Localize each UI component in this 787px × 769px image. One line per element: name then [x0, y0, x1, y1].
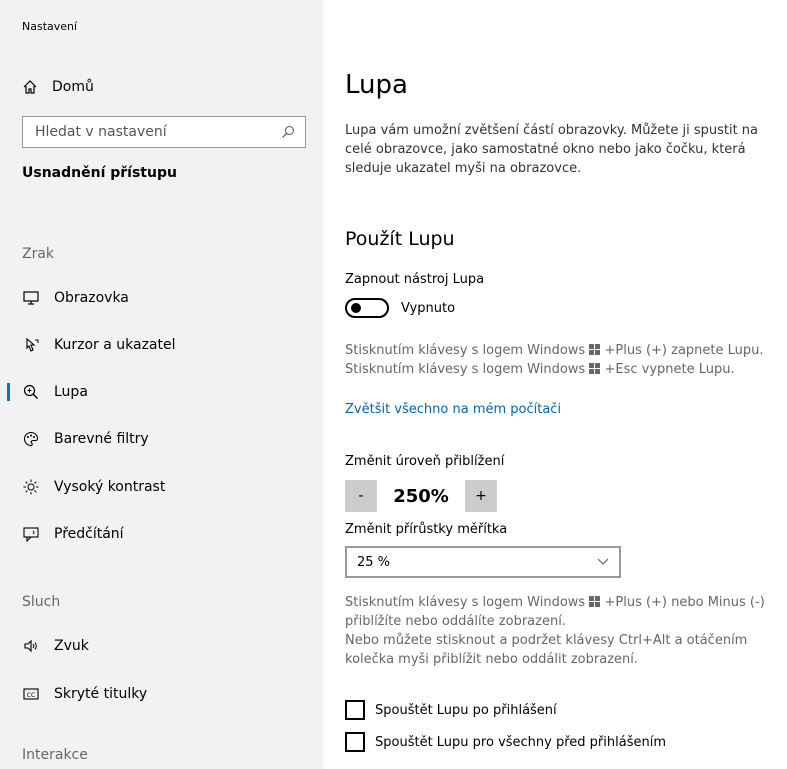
sidebar-item-label: Zvuk: [54, 638, 89, 654]
start-before-signin-checkbox[interactable]: [345, 732, 365, 752]
windows-logo-icon: [589, 363, 601, 374]
magnifier-toggle[interactable]: Vypnuto: [345, 298, 455, 318]
group-label-hearing: Sluch: [22, 594, 61, 610]
increment-label: Změnit přírůstky měřítka: [345, 522, 508, 537]
sidebar-item-audio[interactable]: Zvuk: [0, 628, 323, 664]
page-description: Lupa vám umožní zvětšení částí obrazovky…: [345, 123, 759, 176]
toggle-thumb: [351, 303, 361, 313]
hint-text: Stisknutím klávesy s logem Windows: [345, 595, 586, 610]
group-label-interaction: Interakce: [22, 747, 88, 763]
windows-logo-icon: [589, 344, 601, 355]
svg-text:CC: CC: [27, 692, 35, 699]
toggle-label: Zapnout nástroj Lupa: [345, 272, 485, 287]
page-title: Lupa: [345, 70, 408, 100]
sidebar-item-magnifier[interactable]: Lupa: [0, 374, 323, 410]
speaker-icon: [22, 637, 40, 655]
sidebar-item-color-filters[interactable]: Barevné filtry: [0, 421, 323, 457]
palette-icon: [22, 430, 40, 448]
use-magnifier-heading: Použít Lupu: [345, 228, 455, 250]
zoom-control: - 250% +: [345, 480, 497, 512]
sidebar-item-label: Lupa: [54, 384, 88, 400]
hint-text: +Plus (+) nebo Minus (-): [604, 595, 765, 610]
start-after-signin-checkbox[interactable]: [345, 700, 365, 720]
sidebar-item-label: Barevné filtry: [54, 431, 149, 447]
main-content: Lupa Lupa vám umožní zvětšení částí obra…: [323, 0, 787, 769]
sidebar-item-captions[interactable]: CC Skryté titulky: [0, 676, 323, 712]
narrator-icon: [22, 525, 40, 543]
sidebar-item-label: Předčítání: [54, 526, 124, 542]
home-icon: [23, 80, 37, 94]
home-label: Domů: [52, 79, 94, 95]
sidebar-item-label: Skryté titulky: [54, 686, 148, 702]
magnifier-icon: [22, 383, 40, 401]
scale-everything-link[interactable]: Zvětšit všechno na mém počítači: [345, 402, 561, 417]
search-input[interactable]: [35, 124, 275, 140]
sidebar: Nastavení Domů Usnadnění přístupu Zrak O…: [0, 0, 323, 769]
sidebar-item-label: Kurzor a ukazatel: [54, 337, 176, 353]
hint-text: Stisknutím klávesy s logem Windows: [345, 343, 586, 358]
zoom-out-button[interactable]: -: [345, 480, 377, 512]
hint-text: Stisknutím klávesy s logem Windows: [345, 362, 586, 377]
shortcut-hint: Stisknutím klávesy s logem Windows +Plus…: [345, 341, 785, 379]
active-indicator: [7, 383, 10, 401]
increment-value: 25 %: [357, 554, 391, 570]
zoom-value: 250%: [393, 485, 449, 507]
sidebar-item-display[interactable]: Obrazovka: [0, 280, 323, 316]
toggle-switch[interactable]: [345, 298, 389, 318]
hint-text: +Plus (+) zapnete Lupu.: [604, 343, 764, 358]
start-after-signin-option[interactable]: Spouštět Lupu po přihlášení: [345, 700, 557, 720]
checkbox-label: Spouštět Lupu pro všechny před přihlášen…: [375, 734, 666, 750]
brightness-icon: [22, 478, 40, 496]
search-icon: [282, 126, 294, 138]
captions-icon: CC: [22, 685, 40, 703]
zoom-level-label: Změnit úroveň přiblížení: [345, 454, 505, 469]
sidebar-item-label: Obrazovka: [54, 290, 129, 306]
search-box[interactable]: [22, 116, 306, 148]
toggle-state: Vypnuto: [401, 300, 456, 316]
zoom-in-button[interactable]: +: [465, 480, 497, 512]
section-heading: Usnadnění přístupu: [22, 165, 177, 181]
hint-text: Nebo můžete stisknout a podržet klávesy …: [345, 633, 748, 648]
checkbox-label: Spouštět Lupu po přihlášení: [375, 702, 557, 718]
sidebar-item-narrator[interactable]: Předčítání: [0, 516, 323, 552]
hint-text: přiblížíte nebo oddálíte zobrazení.: [345, 614, 566, 629]
windows-logo-icon: [589, 596, 601, 607]
sidebar-item-high-contrast[interactable]: Vysoký kontrast: [0, 469, 323, 505]
sidebar-item-cursor[interactable]: Kurzor a ukazatel: [0, 327, 323, 363]
hint-text: +Esc vypnete Lupu.: [604, 362, 735, 377]
app-title: Nastavení: [22, 20, 78, 33]
zoom-hint: Stisknutím klávesy s logem Windows +Plus…: [345, 593, 785, 669]
home-link[interactable]: Domů: [22, 76, 94, 98]
group-label-vision: Zrak: [22, 246, 55, 262]
monitor-icon: [22, 289, 40, 307]
cursor-icon: [22, 336, 40, 354]
start-before-signin-option[interactable]: Spouštět Lupu pro všechny před přihlášen…: [345, 732, 666, 752]
chevron-down-icon: [597, 558, 609, 565]
hint-text: kolečka myši přiblížit nebo oddálit zobr…: [345, 652, 638, 667]
increment-select[interactable]: 25 %: [345, 546, 621, 578]
sidebar-item-label: Vysoký kontrast: [54, 479, 166, 495]
